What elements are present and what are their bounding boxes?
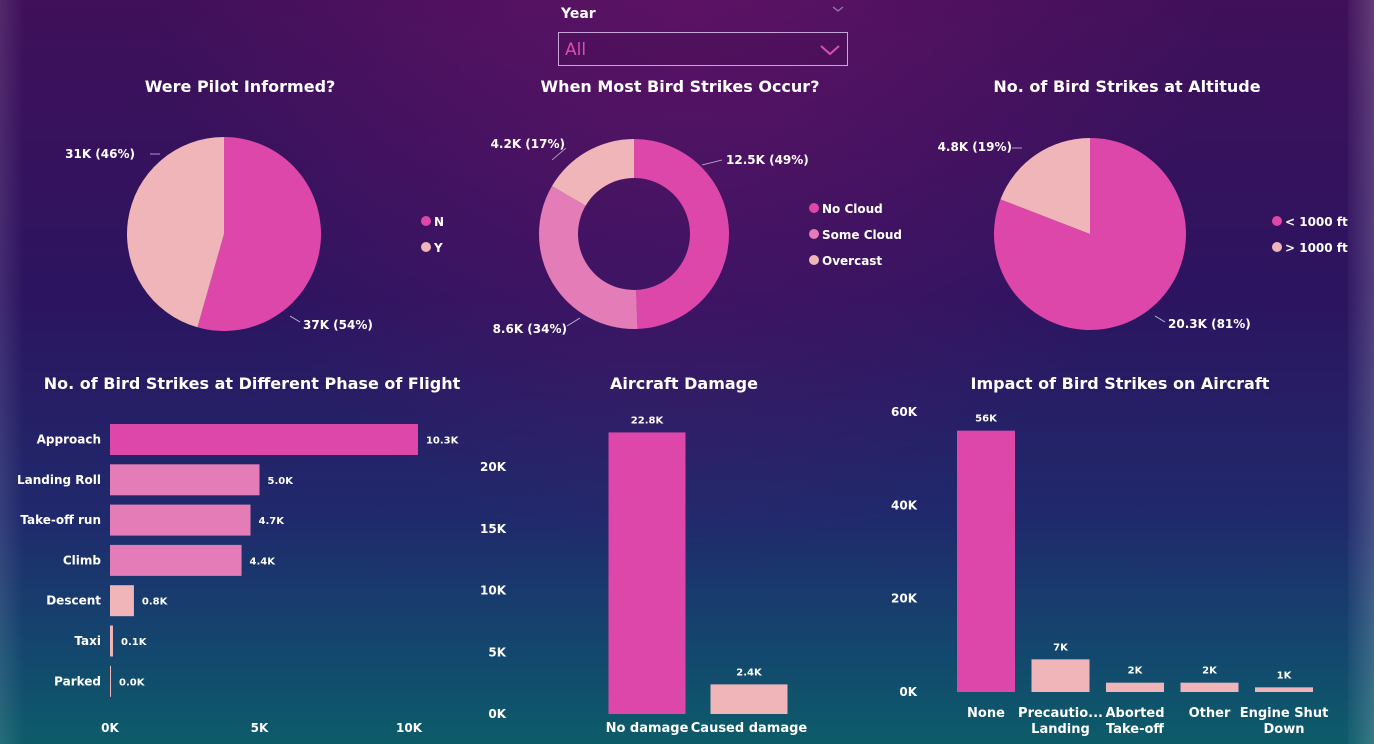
pie-data-label: 31K (46%)	[65, 147, 135, 161]
bar-data-label: 7K	[1053, 642, 1069, 653]
phase-category-label: Taxi	[74, 634, 101, 648]
phase-category-label: Descent	[46, 594, 101, 608]
phase-category-label: Landing Roll	[17, 473, 101, 487]
bar-caused-damage[interactable]	[710, 684, 788, 714]
phase-data-label: 0.8K	[142, 597, 169, 608]
bar-category-label: Precautio...	[1018, 706, 1103, 721]
phase-bar-climb[interactable]	[110, 544, 242, 576]
leader-line	[701, 159, 723, 166]
phase-bar-landing-roll[interactable]	[110, 464, 260, 496]
bar-other[interactable]	[1180, 682, 1239, 692]
bar-category-label: Aborted	[1105, 706, 1164, 721]
bar-none[interactable]	[957, 430, 1015, 692]
bar-category-label: Take-off	[1106, 722, 1164, 737]
bar-data-label: 22.8K	[631, 415, 665, 426]
phase-bar-parked[interactable]	[110, 665, 111, 697]
dashboard-charts: 37K (54%) 31K (46%) NY 12.5K (49%) 8.6K (34%…	[17, 137, 1348, 737]
y-tick-label: 40K	[891, 498, 918, 512]
pie-data-label: 8.6K (34%)	[493, 322, 567, 336]
legend-marker	[1272, 216, 1282, 226]
phase-bar-taxi[interactable]	[110, 625, 113, 657]
legend-label: Y	[433, 241, 443, 255]
legend-label: Some Cloud	[822, 228, 902, 242]
y-tick-label: 10K	[480, 584, 507, 598]
bar-data-label: 1K	[1277, 670, 1293, 681]
phase-data-label: 0.1K	[121, 637, 148, 648]
bar-data-label: 56K	[975, 414, 998, 425]
legend-label: No Cloud	[822, 202, 883, 216]
legend-marker	[421, 216, 431, 226]
bar-precautio-landing[interactable]	[1031, 659, 1090, 692]
y-tick-label: 20K	[480, 460, 507, 474]
x-tick-label: 0K	[101, 721, 119, 735]
bar-data-label: 2.4K	[736, 667, 763, 678]
pie-data-label: 4.8K (19%)	[938, 140, 1012, 154]
legend-label: Overcast	[822, 254, 882, 268]
phase-bar-approach[interactable]	[110, 424, 418, 455]
pie-data-label: 20.3K (81%)	[1168, 317, 1251, 331]
phase-data-label: 0.0K	[119, 677, 146, 688]
bar-category-label: Other	[1189, 706, 1231, 721]
phase-data-label: 4.4K	[250, 556, 277, 567]
legend-marker	[1272, 242, 1282, 252]
legend-marker	[809, 229, 819, 239]
phase-data-label: 5.0K	[268, 476, 295, 487]
y-tick-label: 20K	[891, 592, 918, 606]
phase-data-label: 10.3K	[426, 436, 460, 447]
pie-data-label: 12.5K (49%)	[726, 153, 809, 167]
y-tick-label: 0K	[488, 707, 506, 721]
legend-label: > 1000 ft	[1285, 241, 1348, 255]
legend-marker	[809, 255, 819, 265]
bar-category-label: Down	[1264, 722, 1305, 737]
phase-data-label: 4.7K	[259, 516, 286, 527]
bar-engine-shut-down[interactable]	[1255, 687, 1313, 692]
phase-category-label: Parked	[54, 674, 101, 688]
pie-data-label: 4.2K (17%)	[491, 137, 565, 151]
bar-category-label: Engine Shut	[1240, 706, 1329, 721]
y-tick-label: 60K	[891, 405, 918, 419]
bar-no-damage[interactable]	[608, 432, 686, 714]
phase-category-label: Approach	[37, 433, 101, 447]
y-tick-label: 0K	[899, 685, 917, 699]
legend-marker	[809, 203, 819, 213]
legend-marker	[421, 242, 431, 252]
phase-bar-descent[interactable]	[110, 585, 134, 617]
legend-label: N	[434, 215, 444, 229]
bar-category-label: None	[967, 706, 1005, 721]
bar-category-label: No damage	[606, 721, 689, 736]
y-tick-label: 15K	[480, 522, 507, 536]
y-tick-label: 5K	[488, 645, 506, 659]
bar-category-label: Caused damage	[691, 721, 808, 736]
leader-line	[289, 315, 301, 323]
pie-data-label: 37K (54%)	[303, 318, 373, 332]
pie-slice-some-cloud[interactable]	[539, 186, 638, 329]
bar-data-label: 2K	[1128, 666, 1144, 677]
x-tick-label: 10K	[396, 721, 423, 735]
phase-category-label: Climb	[63, 553, 102, 567]
phase-category-label: Take-off run	[20, 513, 101, 527]
bar-data-label: 2K	[1202, 666, 1218, 677]
leader-line	[566, 317, 581, 327]
pie-slice-no-cloud[interactable]	[634, 139, 729, 329]
phase-bar-take-off-run[interactable]	[110, 504, 251, 536]
x-tick-label: 5K	[251, 721, 269, 735]
leader-line	[1154, 315, 1166, 323]
bar-category-label: Landing	[1031, 722, 1090, 737]
bar-aborted-take-off[interactable]	[1106, 682, 1164, 692]
legend-label: < 1000 ft	[1285, 215, 1348, 229]
